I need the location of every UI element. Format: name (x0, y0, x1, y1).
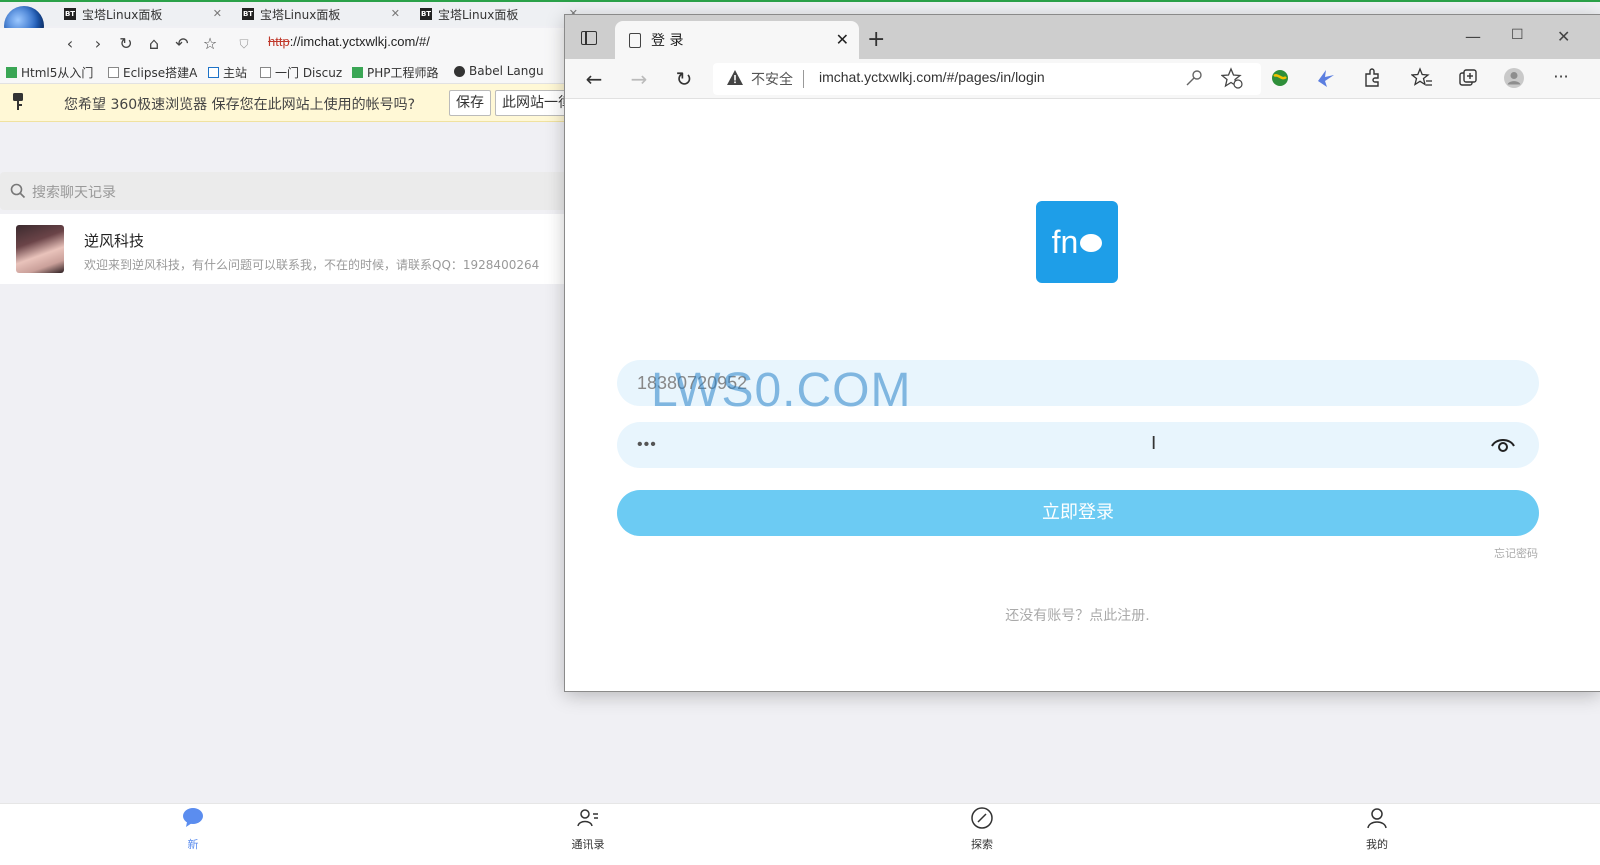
bookmark-item[interactable]: Eclipse搭建A (108, 64, 197, 81)
close-icon[interactable]: ✕ (391, 7, 400, 20)
bookmark-item[interactable]: 主站 (208, 64, 247, 81)
tab-label: 新 (187, 838, 199, 851)
chat-preview: 欢迎来到逆风科技，有什么问题可以联系我，不在的时候，请联系QQ：19284002… (84, 258, 540, 272)
password-input[interactable] (637, 422, 1477, 468)
bookmark-item[interactable]: Babel Langu (454, 64, 544, 78)
foreground-browser-window: 登 录 ✕ + — ☐ ✕ ← → ↻ 不安全 imchat.yctxwlkj.… (565, 15, 1600, 691)
url-text[interactable]: imchat.yctxwlkj.com/#/pages/in/login (819, 69, 1045, 85)
extension-globe-icon[interactable] (1269, 67, 1291, 89)
back-icon[interactable]: ‹ (60, 34, 80, 54)
extension-bird-icon[interactable] (1315, 67, 1337, 89)
maximize-icon[interactable]: ☐ (1511, 27, 1524, 43)
close-icon[interactable]: ✕ (213, 7, 222, 20)
bt-icon: BT (64, 8, 76, 20)
tab-label: 宝塔Linux面板 (82, 7, 163, 22)
bookmark-label: PHP工程师路 (367, 66, 439, 80)
forward-icon[interactable]: → (627, 67, 651, 91)
key-icon (13, 93, 23, 110)
tab-label: 宝塔Linux面板 (260, 7, 341, 22)
close-window-icon[interactable]: ✕ (1557, 27, 1570, 46)
bookmark-label: Babel Langu (469, 64, 544, 78)
tab-messages[interactable]: 新 (163, 806, 223, 852)
bookmark-icon (352, 67, 363, 78)
compass-icon (971, 807, 993, 829)
register-link[interactable]: 还没有账号？点此注册. (565, 605, 1590, 625)
bt-icon: BT (420, 8, 432, 20)
add-favorite-icon[interactable] (1221, 67, 1243, 89)
user-icon (1367, 808, 1387, 829)
back-icon[interactable]: ← (582, 67, 606, 91)
address-bar[interactable]: http://imchat.yctxwlkj.com/#/ (268, 34, 430, 49)
shield-icon[interactable]: ⛉ (234, 34, 254, 54)
bookmark-item[interactable]: Html5从入门 (6, 64, 93, 81)
contacts-icon (577, 809, 598, 827)
bookmark-label: 主站 (223, 66, 248, 80)
minimize-icon[interactable]: — (1465, 27, 1481, 46)
page-icon (629, 32, 641, 48)
chat-name: 逆风科技 (84, 232, 145, 250)
close-tab-icon[interactable]: ✕ (836, 30, 849, 49)
save-button[interactable]: 保存 (449, 90, 491, 116)
forgot-password-link[interactable]: 忘记密码 (1494, 545, 1538, 561)
page-icon (260, 67, 271, 78)
key-icon[interactable] (1183, 67, 1205, 89)
text-cursor-icon: I (1151, 433, 1157, 454)
forward-icon[interactable]: › (88, 34, 108, 54)
collections-icon[interactable] (1457, 67, 1479, 89)
more-menu-icon[interactable]: ··· (1549, 67, 1573, 86)
bt-icon: BT (242, 8, 254, 20)
search-icon (10, 183, 26, 199)
warning-icon[interactable] (726, 69, 744, 87)
refresh-icon[interactable]: ↻ (116, 34, 136, 54)
tab-explore[interactable]: 探索 (952, 806, 1012, 852)
tab-me[interactable]: 我的 (1347, 806, 1407, 852)
tab-label: 宝塔Linux面板 (438, 7, 519, 22)
tab-login[interactable]: 登 录 ✕ (615, 21, 859, 59)
favorites-icon[interactable] (1411, 67, 1433, 89)
search-placeholder: 搜索聊天记录 (32, 185, 116, 201)
bookmark-label: Html5从入门 (21, 66, 94, 80)
tab-bt-panel-1[interactable]: BT 宝塔Linux面板 ✕ (56, 2, 230, 26)
never-save-button[interactable]: 此网站一律 (495, 90, 575, 116)
watermark: LWS0.COM (651, 364, 912, 417)
undo-icon[interactable]: ↶ (172, 34, 192, 54)
tab-title: 登 录 (651, 33, 684, 49)
insecure-label[interactable]: 不安全 (751, 69, 793, 89)
chat-bubble-icon (1080, 234, 1103, 252)
divider (803, 70, 804, 88)
tab-label: 探索 (971, 838, 993, 851)
extensions-icon[interactable] (1361, 67, 1383, 89)
profile-avatar-icon[interactable] (1503, 67, 1525, 89)
chat-bubble-icon (183, 808, 203, 827)
login-button[interactable]: 立即登录 (617, 490, 1539, 536)
logo-text: fn (1051, 223, 1079, 260)
page-icon (108, 67, 119, 78)
babel-icon (454, 65, 465, 77)
refresh-icon[interactable]: ↻ (672, 67, 696, 91)
tab-bt-panel-2[interactable]: BT 宝塔Linux面板 ✕ (234, 2, 408, 26)
tab-contacts[interactable]: 通讯录 (558, 806, 618, 852)
star-icon[interactable]: ☆ (200, 34, 220, 54)
sidebar-toggle-icon[interactable] (581, 31, 597, 45)
app-logo: fn (1036, 201, 1118, 283)
tab-bt-panel-3[interactable]: BT 宝塔Linux面板 ✕ (412, 2, 586, 26)
save-password-text: 您希望 360极速浏览器 保存您在此网站上使用的帐号吗? (64, 97, 416, 113)
tab-label: 通讯录 (571, 838, 605, 851)
bookmark-item[interactable]: PHP工程师路 (352, 64, 439, 81)
avatar (16, 225, 64, 273)
url-protocol: http (268, 34, 290, 49)
bilibili-icon (208, 67, 219, 78)
tab-label: 我的 (1366, 838, 1388, 851)
url-rest: ://imchat.yctxwlkj.com/#/ (289, 34, 430, 49)
password-field[interactable] (617, 422, 1539, 468)
bookmark-icon (6, 67, 17, 78)
new-tab-icon[interactable]: + (867, 27, 885, 52)
home-icon[interactable]: ⌂ (144, 34, 164, 54)
bookmark-item[interactable]: 一门 Discuz (260, 64, 342, 81)
bookmark-label: 一门 Discuz (275, 66, 343, 80)
show-password-eye-icon[interactable] (1490, 435, 1516, 455)
bookmark-label: Eclipse搭建A (123, 66, 198, 80)
